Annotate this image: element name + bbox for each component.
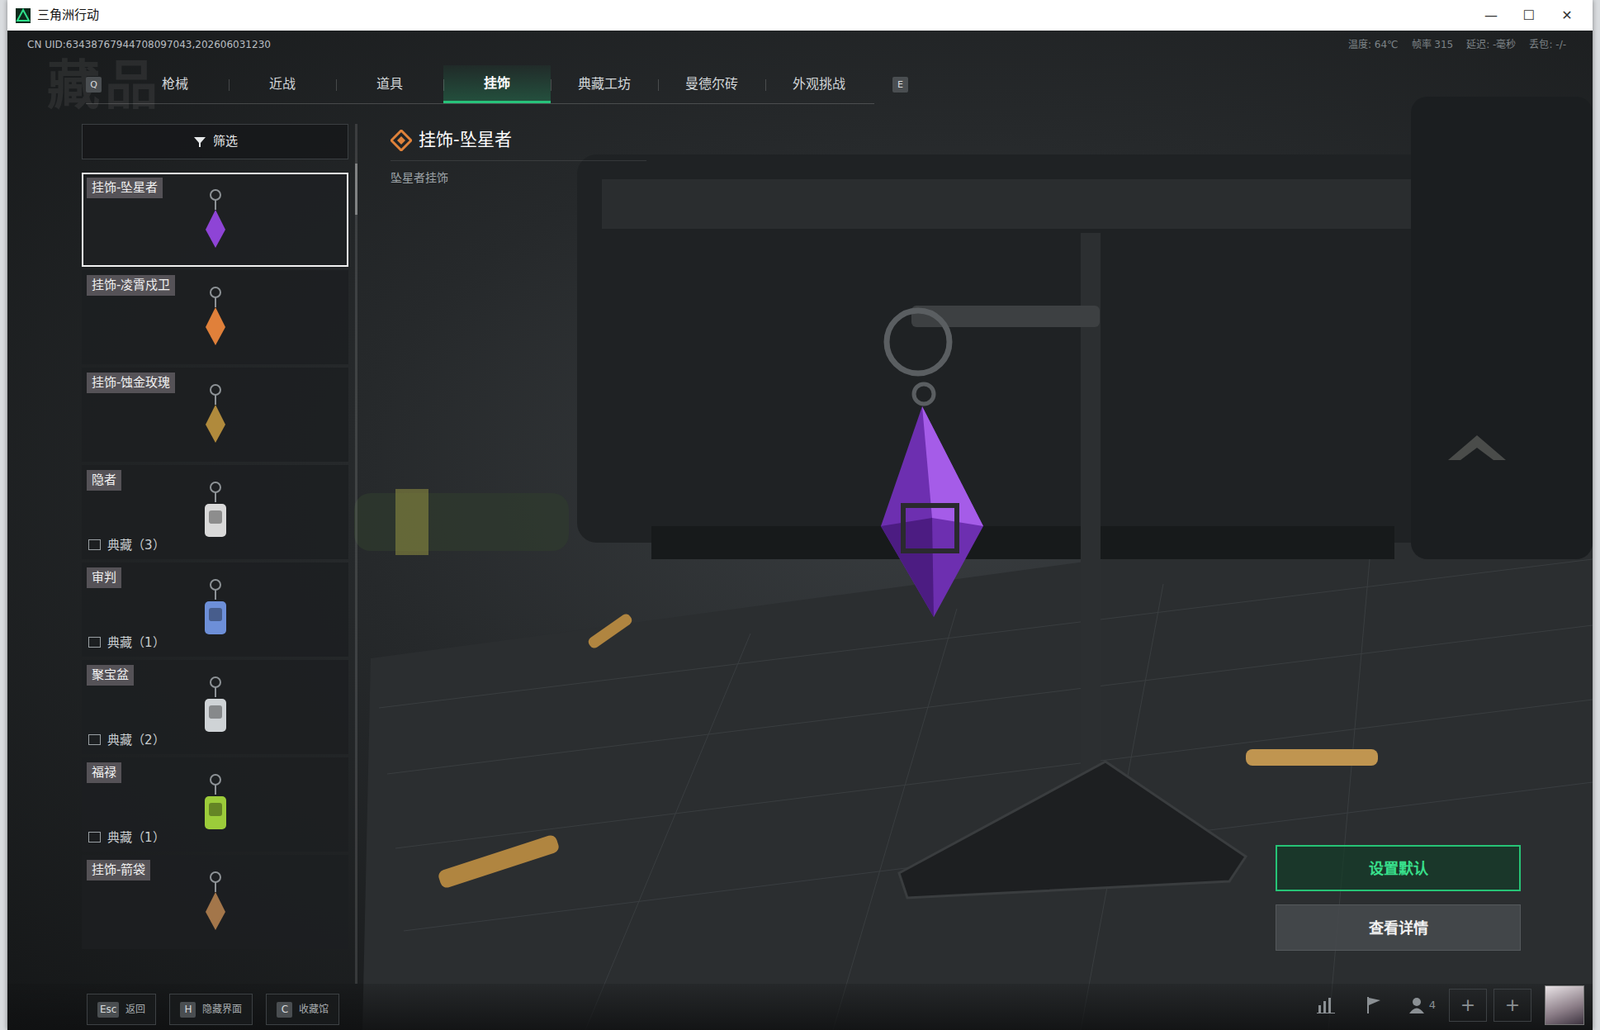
- collection-count: 典藏（1）: [88, 828, 166, 848]
- item-name: 挂饰-箭袋: [86, 859, 151, 881]
- item-name: 审判: [86, 567, 122, 588]
- collection-icon: [88, 636, 101, 648]
- key-hint-button[interactable]: Esc 返回: [86, 993, 157, 1025]
- item-name: 挂饰-蚀金玫瑰: [86, 372, 176, 393]
- flag-button[interactable]: [1353, 988, 1395, 1022]
- key-hint-label: 收藏馆: [298, 1001, 329, 1017]
- person-icon: [1407, 995, 1426, 1014]
- charm-thumbnail-icon: [190, 673, 241, 740]
- game-area: 藏品 CN UID:63438767944708097043,202606031…: [7, 30, 1593, 1030]
- tab-label: 道具: [376, 74, 403, 95]
- collection-label: 典藏（2）: [107, 730, 166, 750]
- stats-button[interactable]: [1305, 988, 1347, 1022]
- tab-label: 典藏工坊: [577, 74, 631, 95]
- category-tab[interactable]: 近战: [228, 65, 337, 104]
- window-title: 三角洲行动: [37, 5, 1473, 25]
- charm-item[interactable]: 挂饰-蚀金玫瑰: [81, 367, 349, 462]
- category-tab[interactable]: 挂饰: [443, 65, 551, 104]
- detail-subtitle: 坠星者挂饰: [390, 160, 647, 187]
- charm-thumbnail-icon: [190, 478, 241, 545]
- charm-thumbnail-icon: [190, 868, 241, 935]
- collection-label: 典藏（3）: [107, 535, 166, 555]
- filter-button[interactable]: 筛选: [81, 123, 349, 160]
- category-tab[interactable]: 外观挑战: [765, 65, 873, 104]
- stat-label: 帧率 315: [1411, 37, 1454, 53]
- next-tab-key[interactable]: E: [892, 76, 909, 93]
- key-cap: Esc: [97, 1001, 119, 1018]
- stat-label: 温度: 64℃: [1348, 37, 1399, 53]
- item-name: 挂饰-凌霄戍卫: [86, 274, 176, 296]
- collection-icon: [88, 831, 101, 843]
- charm-item[interactable]: 隐者典藏（3）: [81, 464, 349, 559]
- logo-icon: [15, 8, 31, 24]
- friends-count: 4: [1429, 996, 1436, 1014]
- charm-item[interactable]: 审判典藏（1）: [81, 562, 349, 657]
- list-scrollbar[interactable]: [355, 123, 358, 984]
- collection-icon: [88, 733, 101, 745]
- key-hint-label: 返回: [125, 1001, 146, 1017]
- charm-thumbnail-icon: [190, 771, 241, 838]
- game-window: 三角洲行动 —☐✕: [7, 0, 1593, 1030]
- flag-icon: [1365, 995, 1383, 1014]
- charm-item[interactable]: 挂饰-坠星者: [81, 172, 349, 267]
- charm-item[interactable]: 挂饰-凌霄戍卫: [81, 269, 349, 365]
- stat-label: 延迟: -毫秒: [1466, 37, 1516, 53]
- window-control-button[interactable]: —: [1472, 5, 1511, 26]
- collection-icon: [88, 539, 101, 550]
- key-cap: C: [276, 1001, 293, 1018]
- collection-count: 典藏（1）: [88, 633, 166, 653]
- window-control-button[interactable]: ☐: [1510, 5, 1548, 26]
- collection-label: 典藏（1）: [107, 633, 166, 653]
- uid-label: CN UID:63438767944708097043,202606031230: [27, 37, 271, 53]
- collection-count: 典藏（2）: [88, 730, 166, 750]
- tab-label: 外观挑战: [792, 74, 846, 95]
- tab-label: 曼德尔砖: [685, 74, 739, 95]
- title-bar: 三角洲行动 —☐✕: [7, 0, 1593, 31]
- collection-count: 典藏（3）: [88, 535, 166, 555]
- charm-item[interactable]: 福禄典藏（1）: [81, 757, 349, 852]
- key-cap: H: [179, 1001, 196, 1018]
- item-name: 隐者: [86, 469, 122, 491]
- action-button[interactable]: 设置默认: [1275, 844, 1521, 891]
- page-watermark: 藏品: [47, 45, 163, 125]
- add-friend-button[interactable]: +: [1448, 988, 1487, 1022]
- key-hint-label: 隐藏界面: [202, 1001, 242, 1017]
- detail-title: 挂饰-坠星者: [418, 127, 512, 154]
- charm-thumbnail-icon: [190, 576, 241, 643]
- window-control-button[interactable]: ✕: [1547, 5, 1586, 26]
- tab-label: 枪械: [161, 74, 189, 95]
- item-name: 聚宝盆: [86, 664, 134, 686]
- filter-icon: [193, 135, 207, 149]
- item-name: 挂饰-坠星者: [86, 177, 163, 199]
- friends-button[interactable]: 4: [1401, 988, 1443, 1022]
- tab-label: 挂饰: [483, 73, 511, 94]
- collection-label: 典藏（1）: [107, 828, 166, 848]
- filter-label: 筛选: [213, 132, 238, 152]
- item-name: 福禄: [86, 762, 122, 783]
- bar-chart-icon: [1316, 996, 1335, 1014]
- player-avatar[interactable]: [1544, 984, 1585, 1025]
- tab-label: 近战: [269, 74, 296, 95]
- charm-item[interactable]: 聚宝盆典藏（2）: [81, 659, 349, 754]
- category-tab[interactable]: 典藏工坊: [550, 65, 658, 104]
- prev-tab-key[interactable]: Q: [85, 76, 102, 93]
- key-hint-button[interactable]: C 收藏馆: [265, 993, 340, 1025]
- add-friend-button[interactable]: +: [1493, 988, 1532, 1022]
- charm-thumbnail-icon: [190, 186, 241, 253]
- charm-thumbnail-icon: [190, 381, 241, 448]
- stat-label: 丢包: -/-: [1528, 37, 1567, 53]
- category-tab[interactable]: 枪械: [121, 65, 229, 104]
- category-tab[interactable]: 曼德尔砖: [657, 65, 766, 104]
- action-button[interactable]: 查看详情: [1275, 904, 1521, 951]
- key-hint-button[interactable]: H 隐藏界面: [169, 993, 253, 1025]
- charm-thumbnail-icon: [190, 284, 241, 351]
- rarity-icon: [390, 129, 412, 152]
- charm-item[interactable]: 挂饰-箭袋: [81, 854, 349, 949]
- category-tab[interactable]: 道具: [336, 65, 444, 104]
